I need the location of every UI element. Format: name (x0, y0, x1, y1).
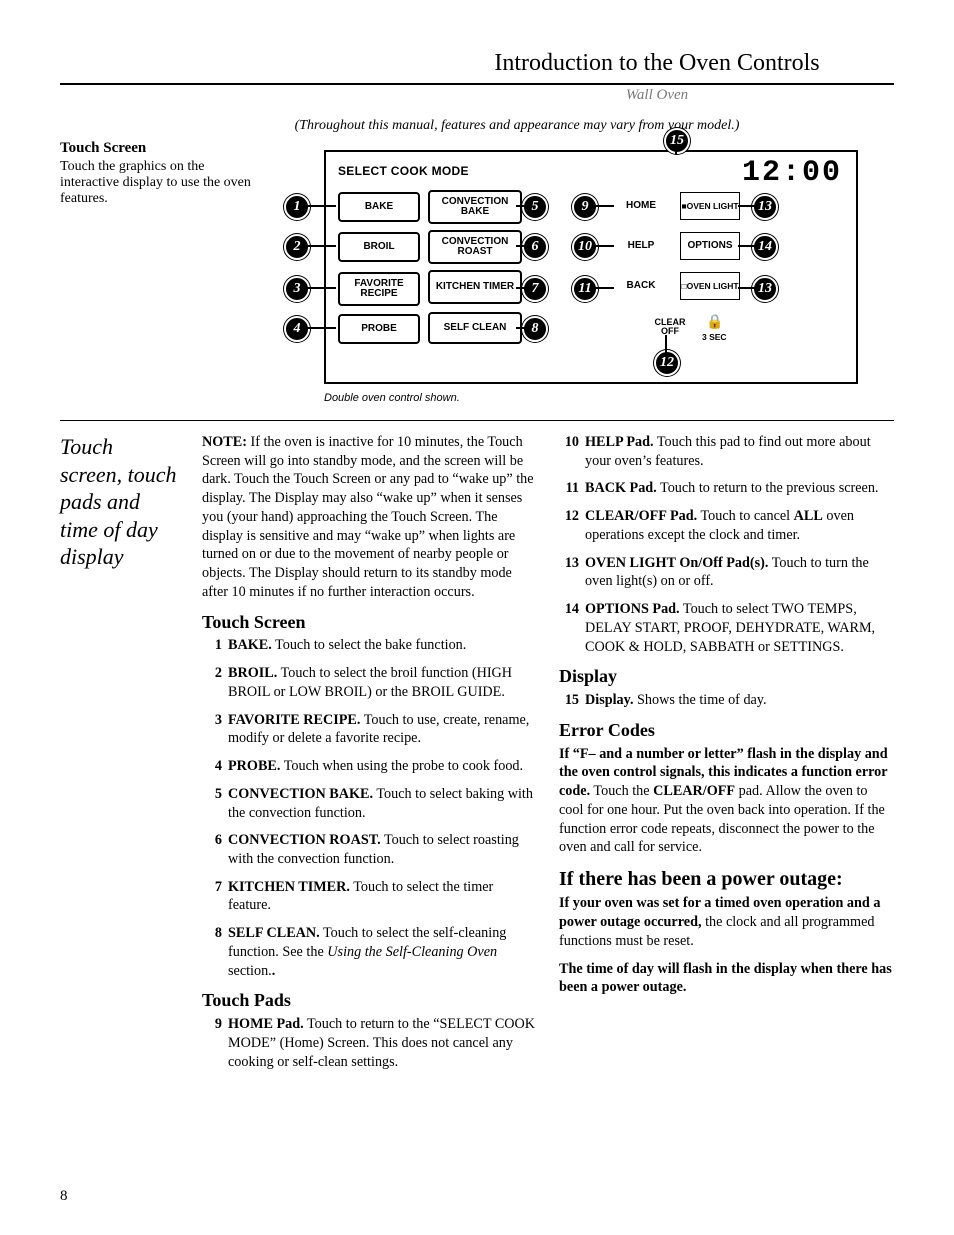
oven-light-upper-pad[interactable]: ■ OVEN LIGHT (680, 192, 740, 220)
probe-button[interactable]: PROBE (338, 314, 420, 344)
callout-11: 11 (572, 276, 598, 302)
item-6: 6CONVECTION ROAST. Touch to select roast… (202, 831, 537, 868)
error-codes-text: If “F– and a number or letter” flash in … (559, 745, 894, 857)
home-pad[interactable]: HOME (616, 194, 666, 218)
callout-15: 15 (664, 128, 690, 154)
lock-icon: 🔒 (706, 314, 723, 331)
power-outage-p1: If your oven was set for a timed oven op… (559, 894, 894, 950)
convection-roast-button[interactable]: CONVECTION ROAST (428, 230, 522, 264)
callout-3: 3 (284, 276, 310, 302)
callout-2: 2 (284, 234, 310, 260)
help-pad[interactable]: HELP (616, 234, 666, 258)
section-rule (60, 420, 894, 421)
item-5: 5CONVECTION BAKE. Touch to select baking… (202, 785, 537, 822)
callout-9: 9 (572, 194, 598, 220)
item-12: 12CLEAR/OFF Pad. Touch to cancel ALL ove… (559, 507, 894, 544)
intro-text: Touch the graphics on the interactive di… (60, 159, 260, 207)
diagram-caption: Double oven control shown. (324, 392, 460, 404)
sidebar-heading: Touch screen, touch pads and time of day… (60, 433, 180, 1080)
item-7: 7KITCHEN TIMER. Touch to select the time… (202, 878, 537, 915)
callout-12: 12 (654, 350, 680, 376)
item-10: 10HELP Pad. Touch this pad to find out m… (559, 433, 894, 470)
item-3: 3FAVORITE RECIPE. Touch to use, create, … (202, 711, 537, 748)
header-rule (60, 83, 894, 85)
callout-4: 4 (284, 316, 310, 342)
back-pad[interactable]: BACK (616, 274, 666, 298)
power-outage-heading: If there has been a power outage: (559, 866, 894, 892)
oven-light-lower-pad[interactable]: □ OVEN LIGHT (680, 272, 740, 300)
touch-screen-intro: Touch Screen Touch the graphics on the i… (60, 140, 260, 207)
broil-button[interactable]: BROIL (338, 232, 420, 262)
note-paragraph: NOTE: If the oven is inactive for 10 min… (202, 433, 537, 602)
intro-heading: Touch Screen (60, 140, 260, 157)
item-4: 4PROBE. Touch when using the probe to co… (202, 757, 537, 776)
callout-6: 6 (522, 234, 548, 260)
control-diagram: SELECT COOK MODE 12:00 BAKE BROIL FAVORI… (284, 140, 894, 420)
item-15: 15Display. Shows the time of day. (559, 691, 894, 710)
power-outage-p2: The time of day will flash in the displa… (559, 960, 894, 997)
bake-button[interactable]: BAKE (338, 192, 420, 222)
callout-1: 1 (284, 194, 310, 220)
touch-screen-heading: Touch Screen (202, 611, 537, 635)
item-2: 2BROIL. Touch to select the broil functi… (202, 664, 537, 701)
kitchen-timer-button[interactable]: KITCHEN TIMER (428, 270, 522, 304)
control-panel-outline: SELECT COOK MODE 12:00 BAKE BROIL FAVORI… (324, 150, 858, 384)
clock-display: 12:00 (742, 156, 842, 190)
variance-note: (Throughout this manual, features and ap… (140, 118, 894, 134)
display-heading: Display (559, 665, 894, 689)
callout-7: 7 (522, 276, 548, 302)
lock-hold-label: 3 SEC (702, 332, 727, 342)
left-column: NOTE: If the oven is inactive for 10 min… (202, 433, 537, 1080)
self-clean-button[interactable]: SELF CLEAN (428, 312, 522, 344)
item-9: 9HOME Pad. Touch to return to the “SELEC… (202, 1015, 537, 1071)
callout-14: 14 (752, 234, 778, 260)
convection-bake-button[interactable]: CONVECTION BAKE (428, 190, 522, 224)
page-number: 8 (60, 1188, 68, 1205)
error-codes-heading: Error Codes (559, 719, 894, 743)
callout-10: 10 (572, 234, 598, 260)
favorite-recipe-button[interactable]: FAVORITE RECIPE (338, 272, 420, 306)
item-11: 11BACK Pad. Touch to return to the previ… (559, 479, 894, 498)
options-pad[interactable]: OPTIONS (680, 232, 740, 260)
callout-8: 8 (522, 316, 548, 342)
page-subtitle: Wall Oven (420, 87, 894, 104)
clear-off-pad[interactable]: CLEAR OFF (645, 312, 695, 342)
page-title: Introduction to the Oven Controls (420, 50, 894, 77)
item-1: 1BAKE. Touch to select the bake function… (202, 636, 537, 655)
item-14: 14OPTIONS Pad. Touch to select TWO TEMPS… (559, 600, 894, 656)
callout-13b: 13 (752, 276, 778, 302)
select-mode-title: SELECT COOK MODE (338, 164, 469, 178)
callout-5: 5 (522, 194, 548, 220)
right-column: 10HELP Pad. Touch this pad to find out m… (559, 433, 894, 1080)
item-8: 8SELF CLEAN. Touch to select the self-cl… (202, 924, 537, 980)
callout-13a: 13 (752, 194, 778, 220)
touch-pads-heading: Touch Pads (202, 989, 537, 1013)
item-13: 13OVEN LIGHT On/Off Pad(s). Touch to tur… (559, 554, 894, 591)
